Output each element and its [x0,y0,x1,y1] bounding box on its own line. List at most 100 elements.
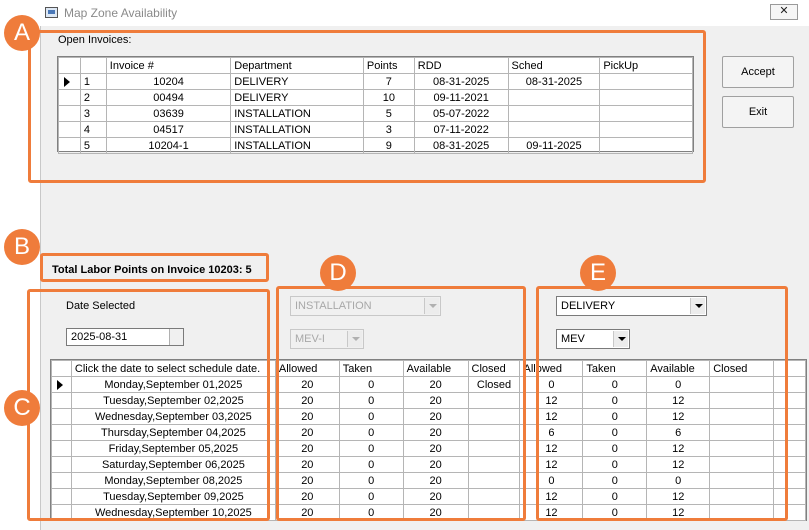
row-selector[interactable] [51,424,72,441]
invoice-number-cell[interactable]: 04517 [105,121,232,138]
row-selector[interactable] [51,376,72,393]
schedule-date-cell[interactable]: Friday,September 05,2025 [70,440,276,457]
schedule-row[interactable]: Thursday,September 04,2025 20 0 20 6 0 6 [51,424,806,441]
column-header-rdd[interactable]: RDD [413,57,509,74]
row-selector[interactable] [58,89,81,106]
closed-cell-e [709,440,775,457]
row-selector[interactable] [58,121,81,138]
pickup-cell[interactable] [599,137,693,154]
department-cell[interactable]: INSTALLATION [230,121,364,138]
department-select-e[interactable]: DELIVERY [556,296,707,316]
invoice-row[interactable]: 3 03639 INSTALLATION 5 05-07-2022 [58,105,693,122]
schedule-date-cell[interactable]: Monday,September 08,2025 [70,472,276,489]
exit-button[interactable]: Exit [722,96,794,128]
sched-cell[interactable] [507,89,601,106]
rdd-cell[interactable]: 09-11-2021 [413,89,509,106]
column-header-available-d[interactable]: Available [402,360,469,377]
chevron-down-icon[interactable] [347,331,362,347]
chevron-down-icon[interactable] [424,298,439,314]
column-header-pickup[interactable]: PickUp [599,57,693,74]
schedule-row[interactable]: Saturday,September 06,2025 20 0 20 12 0 12 [51,456,806,473]
column-header-department[interactable]: Department [230,57,364,74]
column-header-closed-e[interactable]: Closed [709,360,775,377]
row-selector[interactable] [51,488,72,505]
schedule-date-cell[interactable]: Tuesday,September 09,2025 [70,488,276,505]
pickup-cell[interactable] [599,89,693,106]
pickup-cell[interactable] [599,121,693,138]
column-header-date[interactable]: Click the date to select schedule date. [70,360,276,377]
schedule-date-cell[interactable]: Wednesday,September 03,2025 [70,408,276,425]
points-cell[interactable]: 10 [362,89,415,106]
taken-cell-e: 0 [582,392,648,409]
column-header-available-e[interactable]: Available [646,360,711,377]
rdd-cell[interactable]: 08-31-2025 [413,73,509,90]
invoice-row[interactable]: 4 04517 INSTALLATION 3 07-11-2022 [58,121,693,138]
points-cell[interactable]: 3 [362,121,415,138]
row-selector[interactable] [51,472,72,489]
date-selected-field[interactable]: 2025-08-31 [66,328,184,346]
rdd-cell[interactable]: 08-31-2025 [413,137,509,154]
schedule-row[interactable]: Tuesday,September 02,2025 20 0 20 12 0 12 [51,392,806,409]
row-selector[interactable] [51,392,72,409]
department-cell[interactable]: INSTALLATION [230,137,364,154]
schedule-row[interactable]: Monday,September 01,2025 20 0 20 Closed 0 0 0 [51,376,806,393]
pickup-cell[interactable] [599,105,693,122]
schedule-row[interactable]: Friday,September 05,2025 20 0 20 12 0 12 [51,440,806,457]
chevron-down-icon[interactable] [613,331,628,347]
invoice-number-cell[interactable]: 10204 [105,73,232,90]
sched-cell[interactable] [507,121,601,138]
row-selector[interactable] [58,105,81,122]
schedule-row[interactable]: Tuesday,September 09,2025 20 0 20 12 0 12 [51,488,806,505]
column-header-sched[interactable]: Sched [507,57,601,74]
department-cell[interactable]: INSTALLATION [230,105,364,122]
column-header-taken-d[interactable]: Taken [338,360,404,377]
schedule-date-cell[interactable]: Wednesday,September 10,2025 [70,504,276,521]
zone-select-d[interactable]: MEV-I [290,329,364,349]
accept-button[interactable]: Accept [722,56,794,88]
rdd-cell[interactable]: 07-11-2022 [413,121,509,138]
invoice-number-cell[interactable]: 03639 [105,105,232,122]
row-selector[interactable] [51,456,72,473]
sched-cell[interactable] [507,105,601,122]
column-header-allowed-d[interactable]: Allowed [274,360,340,377]
column-header-invoice[interactable]: Invoice # [105,57,232,74]
zone-select-e[interactable]: MEV [556,329,630,349]
sched-cell[interactable]: 09-11-2025 [507,137,601,154]
schedule-row[interactable]: Monday,September 08,2025 20 0 20 0 0 0 [51,472,806,489]
row-selector[interactable] [51,408,72,425]
schedule-grid[interactable]: Click the date to select schedule date. … [50,359,807,521]
open-invoices-grid[interactable]: Invoice # Department Points RDD Sched Pi… [57,56,694,154]
schedule-row[interactable]: Wednesday,September 10,2025 20 0 20 12 0 12 [51,504,806,521]
invoice-row[interactable]: 2 00494 DELIVERY 10 09-11-2021 [58,89,693,106]
row-selector[interactable] [58,137,81,154]
points-cell[interactable]: 7 [362,73,415,90]
rdd-cell[interactable]: 05-07-2022 [413,105,509,122]
invoice-number-cell[interactable]: 10204-1 [105,137,232,154]
row-selector[interactable] [51,440,72,457]
chevron-down-icon[interactable] [690,298,705,314]
column-header-points[interactable]: Points [362,57,415,74]
schedule-date-cell[interactable]: Monday,September 01,2025 [70,376,276,393]
available-cell-d: 20 [402,440,469,457]
column-header-closed-d[interactable]: Closed [467,360,521,377]
pickup-cell[interactable] [599,73,693,90]
row-selector[interactable] [58,73,81,90]
column-header-allowed-e[interactable]: Allowed [519,360,584,377]
schedule-row[interactable]: Wednesday,September 03,2025 20 0 20 12 0 12 [51,408,806,425]
schedule-date-cell[interactable]: Thursday,September 04,2025 [70,424,276,441]
department-cell[interactable]: DELIVERY [230,89,364,106]
points-cell[interactable]: 9 [362,137,415,154]
row-selector[interactable] [51,504,72,521]
invoice-number-cell[interactable]: 00494 [105,89,232,106]
schedule-date-cell[interactable]: Saturday,September 06,2025 [70,456,276,473]
column-header-taken-e[interactable]: Taken [582,360,648,377]
invoice-row[interactable]: 1 10204 DELIVERY 7 08-31-2025 08-31-2025 [58,73,693,90]
schedule-date-cell[interactable]: Tuesday,September 02,2025 [70,392,276,409]
department-cell[interactable]: DELIVERY [230,73,364,90]
close-button[interactable]: ✕ [770,4,798,20]
invoice-row[interactable]: 5 10204-1 INSTALLATION 9 08-31-2025 09-11-202… [58,137,693,154]
points-cell[interactable]: 5 [362,105,415,122]
department-select-d[interactable]: INSTALLATION [290,296,441,316]
date-spin-icon[interactable] [169,329,183,345]
sched-cell[interactable]: 08-31-2025 [507,73,601,90]
